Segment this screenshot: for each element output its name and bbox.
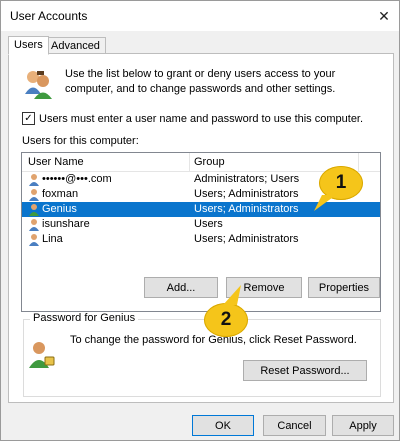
column-header-group[interactable]: Group <box>194 156 225 168</box>
reset-password-button[interactable]: Reset Password... <box>243 360 367 381</box>
callout-pointer-2 <box>223 285 241 305</box>
require-password-checkbox[interactable]: ✓ Users must enter a user name and passw… <box>22 112 363 125</box>
group-cell: Users <box>194 218 223 230</box>
users-list-label: Users for this computer: <box>22 135 139 147</box>
user-name-cell: ••••••@•••.com <box>42 173 112 185</box>
intro-text: Use the list below to grant or deny user… <box>65 68 336 95</box>
window-title: User Accounts <box>10 9 88 23</box>
properties-button[interactable]: Properties <box>308 277 380 298</box>
table-row[interactable]: Lina Users; Administrators <box>22 232 380 247</box>
user-name-cell: isunshare <box>42 218 90 230</box>
apply-button[interactable]: Apply <box>332 415 394 436</box>
group-cell: Users; Administrators <box>194 233 299 245</box>
column-divider[interactable] <box>189 153 190 171</box>
password-group-title: Password for Genius <box>30 312 139 324</box>
user-name-cell: Lina <box>42 233 63 245</box>
group-cell: Users; Administrators <box>194 203 299 215</box>
column-header-user-name[interactable]: User Name <box>28 156 84 168</box>
add-button[interactable]: Add... <box>144 277 218 298</box>
title-bar: User Accounts ✕ <box>1 1 399 31</box>
user-password-icon <box>29 342 55 368</box>
users-icon <box>25 71 52 99</box>
column-divider[interactable] <box>358 153 359 171</box>
users-tab-panel: Use the list below to grant or deny user… <box>8 53 394 403</box>
group-cell: Users; Administrators <box>194 188 299 200</box>
ok-button[interactable]: OK <box>192 415 254 436</box>
close-icon[interactable]: ✕ <box>369 1 399 31</box>
user-name-cell: Genius <box>42 203 77 215</box>
user-name-cell: foxman <box>42 188 79 200</box>
table-row[interactable]: isunshare Users <box>22 217 380 232</box>
user-icon <box>29 174 39 186</box>
password-instruction-text: To change the password for Genius, click… <box>70 334 357 346</box>
group-cell: Administrators; Users <box>194 173 300 185</box>
callout-badge-2: 2 <box>204 303 248 337</box>
callout-pointer-1 <box>314 195 336 211</box>
password-groupbox: Password for Genius <box>23 312 381 397</box>
user-icon <box>29 219 39 231</box>
tab-users[interactable]: Users <box>8 36 49 55</box>
user-accounts-window: User Accounts ✕ Users Advanced Use the l… <box>0 0 400 441</box>
cancel-button[interactable]: Cancel <box>263 415 326 436</box>
checkbox-box[interactable]: ✓ <box>22 112 35 125</box>
user-icon <box>29 204 39 216</box>
checkbox-label: Users must enter a user name and passwor… <box>39 112 364 125</box>
user-icon <box>29 189 39 201</box>
user-icon <box>29 234 39 246</box>
